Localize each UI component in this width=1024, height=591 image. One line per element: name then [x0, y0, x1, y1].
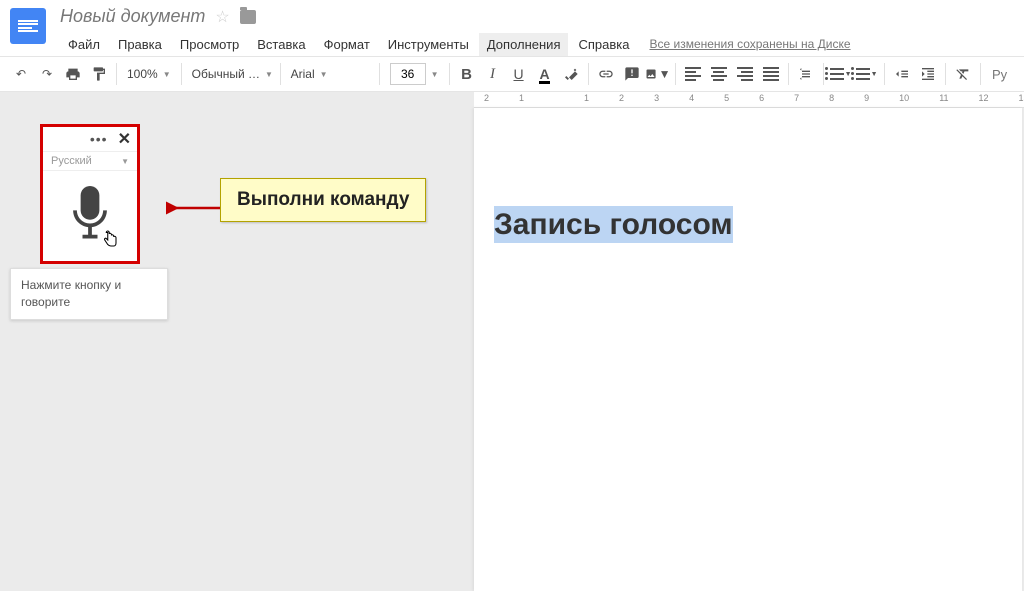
- callout-text: Выполни команду: [220, 178, 426, 222]
- menu-view[interactable]: Просмотр: [172, 33, 247, 56]
- decrease-indent-button[interactable]: [889, 61, 915, 87]
- underline-button[interactable]: U: [506, 61, 532, 87]
- zoom-value: 100%: [127, 67, 158, 81]
- italic-button[interactable]: I: [480, 61, 506, 87]
- align-center-button[interactable]: [706, 61, 732, 87]
- menu-addons[interactable]: Дополнения: [479, 33, 569, 56]
- folder-icon[interactable]: [240, 10, 256, 24]
- menu-edit[interactable]: Правка: [110, 33, 170, 56]
- font-size-input[interactable]: [390, 63, 426, 85]
- align-justify-button[interactable]: [758, 61, 784, 87]
- star-icon[interactable]: ☆: [215, 7, 229, 27]
- line-spacing-button[interactable]: [793, 61, 819, 87]
- cursor-hand-icon: [101, 230, 119, 255]
- menubar: Файл Правка Просмотр Вставка Формат Инст…: [60, 33, 1014, 56]
- document-title[interactable]: Новый документ: [60, 6, 205, 27]
- paragraph-style-dropdown[interactable]: Обычный …▼: [186, 61, 276, 87]
- insert-link-button[interactable]: [593, 61, 619, 87]
- left-margin-area: ••• ✕ Русский ▼ Нажми: [0, 92, 474, 591]
- redo-button[interactable]: ↷: [34, 61, 60, 87]
- docs-logo-icon: [18, 16, 38, 36]
- insert-comment-button[interactable]: [619, 61, 645, 87]
- voice-options-icon[interactable]: •••: [90, 131, 108, 147]
- horizontal-ruler[interactable]: 2 1 1 2 3 4 5 6 7 8 9 10 11 12 13 14: [474, 92, 1024, 108]
- menu-format[interactable]: Формат: [316, 33, 378, 56]
- align-left-button[interactable]: [680, 61, 706, 87]
- increase-indent-button[interactable]: [915, 61, 941, 87]
- font-size-control[interactable]: ▼: [384, 61, 445, 87]
- menu-tools[interactable]: Инструменты: [380, 33, 477, 56]
- paint-format-button[interactable]: [86, 61, 112, 87]
- zoom-dropdown[interactable]: 100%▼: [121, 61, 177, 87]
- document-text-selection[interactable]: Запись голосом: [494, 206, 733, 243]
- voice-language-label: Русский: [51, 155, 92, 167]
- align-right-button[interactable]: [732, 61, 758, 87]
- voice-tooltip: Нажмите кнопку и говорите: [10, 268, 168, 320]
- menu-file[interactable]: Файл: [60, 33, 108, 56]
- voice-typing-panel: ••• ✕ Русский ▼: [40, 124, 140, 264]
- document-page[interactable]: Запись голосом: [474, 108, 1022, 591]
- input-tools-button[interactable]: Ру: [985, 61, 1015, 87]
- bulleted-list-button[interactable]: ▼: [854, 61, 880, 87]
- voice-language-dropdown[interactable]: Русский ▼: [43, 151, 137, 171]
- font-dropdown[interactable]: Arial▼: [285, 61, 375, 87]
- text-color-button[interactable]: A: [532, 61, 558, 87]
- menu-help[interactable]: Справка: [570, 33, 637, 56]
- undo-button[interactable]: ↶: [8, 61, 34, 87]
- style-value: Обычный …: [192, 67, 260, 81]
- highlight-button[interactable]: [558, 61, 584, 87]
- clear-formatting-button[interactable]: [950, 61, 976, 87]
- insert-image-button[interactable]: ▼: [645, 61, 671, 87]
- callout-annotation: Выполни команду: [220, 178, 426, 222]
- close-icon[interactable]: ✕: [118, 129, 131, 149]
- toolbar: ↶ ↷ 100%▼ Обычный …▼ Arial▼ ▼ B I U A ▼ …: [0, 56, 1024, 92]
- docs-logo[interactable]: [10, 8, 46, 44]
- numbered-list-button[interactable]: ▼: [828, 61, 854, 87]
- print-button[interactable]: [60, 61, 86, 87]
- bold-button[interactable]: B: [454, 61, 480, 87]
- save-status[interactable]: Все изменения сохранены на Диске: [649, 33, 850, 56]
- menu-insert[interactable]: Вставка: [249, 33, 313, 56]
- font-value: Arial: [291, 67, 315, 81]
